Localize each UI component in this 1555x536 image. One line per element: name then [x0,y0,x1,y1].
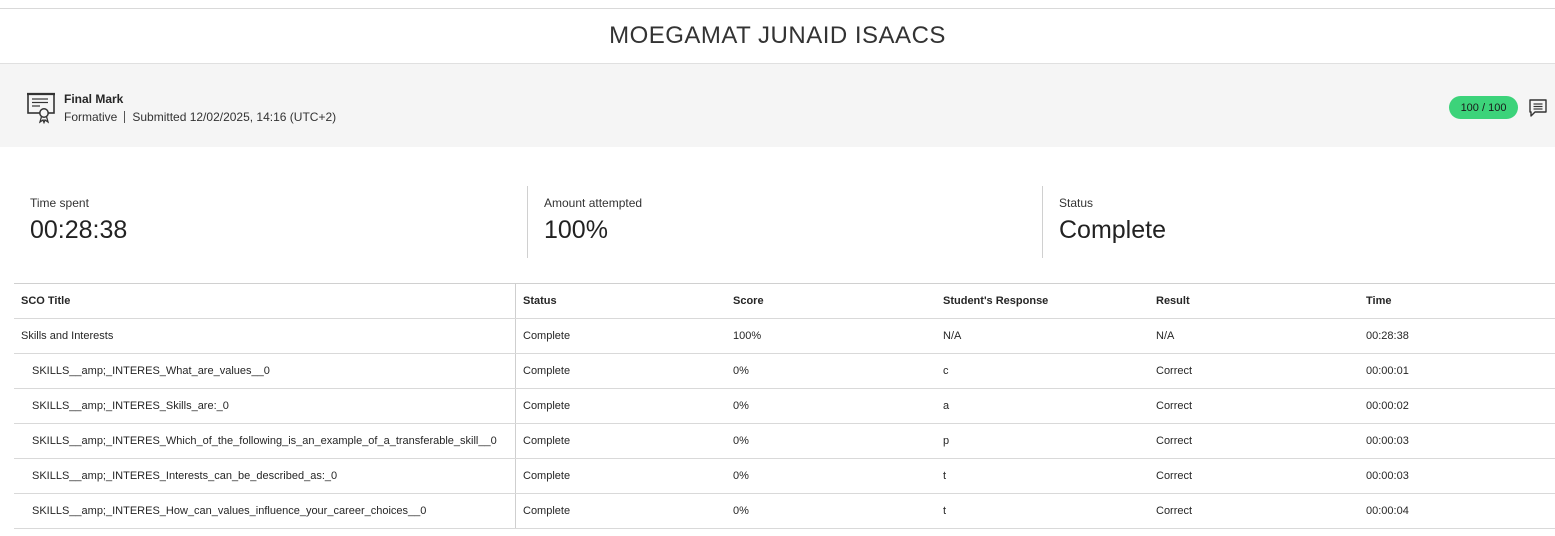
sco-result: N/A [1149,318,1359,354]
table-row: SKILLS__amp;_INTERES_What_are_values__0 … [14,353,1555,389]
sco-response: a [936,388,1149,424]
sco-table: SCO Title Status Score Student's Respons… [14,283,1555,529]
stat-status: Status Complete [1059,186,1539,258]
grade-title: Final Mark [64,92,124,106]
sco-status: Complete [515,353,726,389]
sco-score: 100% [726,318,936,354]
table-row: SKILLS__amp;_INTERES_Interests_can_be_de… [14,458,1555,494]
sco-status: Complete [515,493,726,529]
status-label: Status [1059,196,1094,210]
sco-title: Skills and Interests [14,318,516,354]
sco-time: 00:00:03 [1359,458,1555,494]
meta-separator [124,111,126,123]
sco-score: 0% [726,388,936,424]
table-row: SKILLS__amp;_INTERES_Skills_are:_0 Compl… [14,388,1555,424]
col-header-score[interactable]: Score [726,283,936,319]
grade-type: Formative [64,110,118,124]
col-header-time[interactable]: Time [1359,283,1555,319]
score-badge: 100 / 100 [1449,96,1518,119]
stat-time-spent: Time spent 00:28:38 [30,186,510,258]
grade-header: Final Mark Formative Submitted 12/02/202… [0,63,1555,147]
sco-result: Correct [1149,458,1359,494]
sco-time: 00:00:04 [1359,493,1555,529]
time-spent-label: Time spent [30,196,89,210]
stat-divider [527,186,528,258]
sco-response: t [936,493,1149,529]
col-header-title[interactable]: SCO Title [14,283,516,319]
sco-title: SKILLS__amp;_INTERES_Interests_can_be_de… [14,458,516,494]
sco-status: Complete [515,388,726,424]
amount-attempted-label: Amount attempted [544,196,643,210]
sco-response: N/A [936,318,1149,354]
sco-title: SKILLS__amp;_INTERES_How_can_values_infl… [14,493,516,529]
sco-response: t [936,458,1149,494]
sco-response: p [936,423,1149,459]
sco-score: 0% [726,458,936,494]
amount-attempted-value: 100% [544,216,608,244]
sco-response: c [936,353,1149,389]
grade-details-page: MOEGAMAT JUNAID ISAACS Final Mark Format… [0,0,1555,536]
sco-time: 00:00:01 [1359,353,1555,389]
sco-status: Complete [515,318,726,354]
sco-result: Correct [1149,388,1359,424]
student-name: MOEGAMAT JUNAID ISAACS [609,22,946,49]
sco-time: 00:00:02 [1359,388,1555,424]
sco-score: 0% [726,353,936,389]
sco-score: 0% [726,493,936,529]
time-spent-value: 00:28:38 [30,216,128,244]
sco-time: 00:00:03 [1359,423,1555,459]
table-row: Skills and Interests Complete 100% N/A N… [14,318,1555,354]
table-header-row: SCO Title Status Score Student's Respons… [14,283,1555,319]
col-header-status[interactable]: Status [515,283,726,319]
top-divider [0,8,1555,9]
sco-title: SKILLS__amp;_INTERES_Which_of_the_follow… [14,423,516,459]
table-row: SKILLS__amp;_INTERES_Which_of_the_follow… [14,423,1555,459]
stat-divider [1042,186,1043,258]
sco-result: Correct [1149,493,1359,529]
sco-result: Correct [1149,423,1359,459]
grade-meta: Formative Submitted 12/02/2025, 14:16 (U… [64,110,336,124]
sco-result: Correct [1149,353,1359,389]
table-row: SKILLS__amp;_INTERES_How_can_values_infl… [14,493,1555,529]
col-header-result[interactable]: Result [1149,283,1359,319]
comment-icon[interactable] [1528,98,1548,118]
stat-amount-attempted: Amount attempted 100% [544,186,1024,258]
sco-title: SKILLS__amp;_INTERES_Skills_are:_0 [14,388,516,424]
certificate-icon [27,92,55,124]
submitted-date: Submitted 12/02/2025, 14:16 (UTC+2) [132,110,337,124]
col-header-response[interactable]: Student's Response [936,283,1149,319]
sco-status: Complete [515,423,726,459]
sco-score: 0% [726,423,936,459]
sco-status: Complete [515,458,726,494]
sco-time: 00:28:38 [1359,318,1555,354]
sco-title: SKILLS__amp;_INTERES_What_are_values__0 [14,353,516,389]
status-value: Complete [1059,216,1166,244]
